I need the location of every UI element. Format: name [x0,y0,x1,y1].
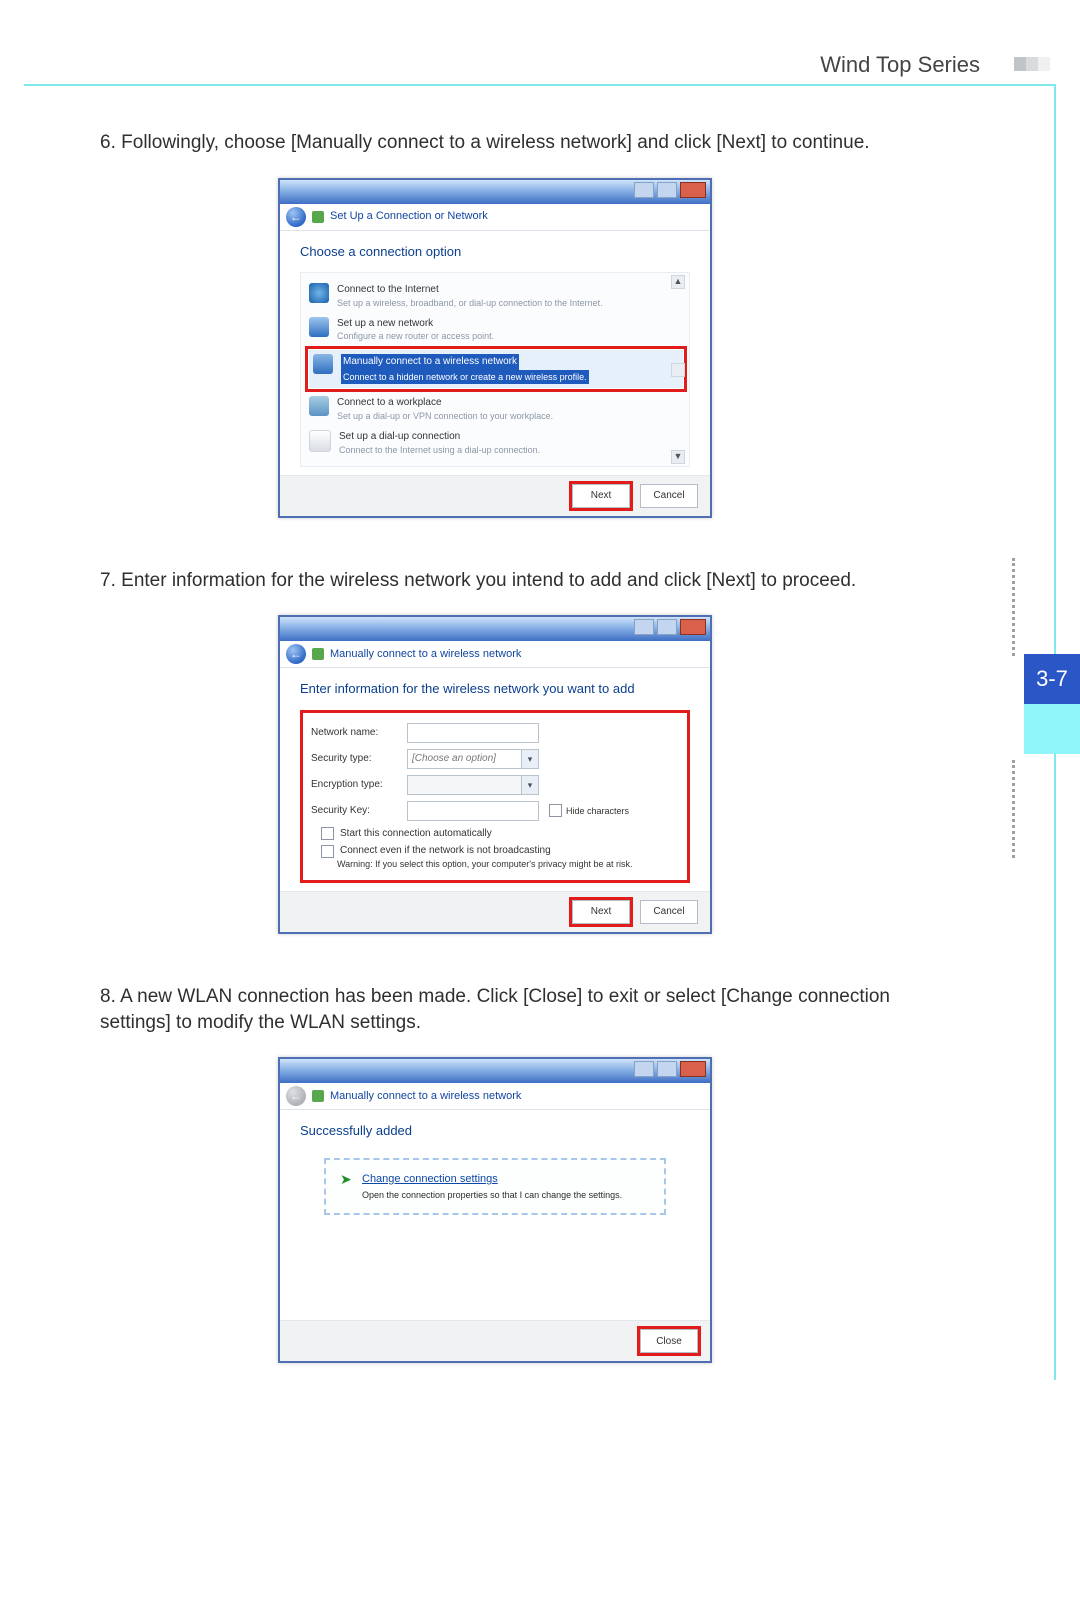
dialog-success: ← Manually connect to a wireless network… [278,1057,712,1363]
step-6: 6. Followingly, choose [Manually connect… [100,130,890,156]
change-connection-settings-title: Change connection settings [362,1172,622,1187]
dialog3-titlebar [280,1059,710,1083]
wireless-form-highlight: Network name: Security type: [Choose an … [300,710,690,883]
option-workplace[interactable]: Connect to a workplace Set up a dial-up … [305,392,687,426]
encryption-type-select[interactable]: ▾ [407,775,539,795]
cancel-button[interactable]: Cancel [640,900,698,924]
opt1-desc: Set up a wireless, broadband, or dial-up… [337,297,603,309]
workplace-icon [309,396,329,416]
dialup-icon [309,430,331,452]
non-broadcast-checkbox[interactable] [321,845,334,858]
option-new-network[interactable]: Set up a new network Configure a new rou… [305,313,687,347]
header-decor-bars [1014,57,1050,71]
maximize-button[interactable] [657,182,677,198]
next-button[interactable]: Next [572,900,630,924]
router-icon [309,317,329,337]
dialog1-breadcrumb: ← Set Up a Connection or Network [280,204,710,231]
privacy-warning: Warning: If you select this option, your… [337,858,679,870]
dialog3-breadcrumb-text: Manually connect to a wireless network [330,1089,521,1104]
hide-characters-label: Hide characters [566,805,629,817]
minimize-button[interactable] [634,182,654,198]
option-dialup[interactable]: Set up a dial-up connection Connect to t… [305,426,687,460]
step-7: 7. Enter information for the wireless ne… [100,568,890,594]
dialog3-breadcrumb: ← Manually connect to a wireless network [280,1083,710,1110]
back-button[interactable]: ← [286,644,306,664]
wifi-icon [313,354,333,374]
network-icon [312,211,324,223]
dialog-choose-connection: ← Set Up a Connection or Network Choose … [278,178,712,518]
dialog3-title: Successfully added [300,1122,690,1140]
network-icon [312,648,324,660]
security-key-field[interactable] [407,801,539,821]
globe-icon [309,283,329,303]
hide-characters-checkbox[interactable] [549,804,562,817]
maximize-button[interactable] [657,1061,677,1077]
step-6-number: 6. [100,132,116,153]
step-6-text: Followingly, choose [Manually connect to… [121,132,869,153]
opt5-title: Set up a dial-up connection [339,430,540,444]
margin-dots-upper [1012,558,1015,656]
dialog1-title: Choose a connection option [300,243,690,261]
opt3-title: Manually connect to a wireless network [341,354,519,370]
opt4-desc: Set up a dial-up or VPN connection to yo… [337,410,553,422]
security-type-placeholder: [Choose an option] [408,753,496,764]
scroll-thumb[interactable] [671,363,685,377]
dialog2-breadcrumb: ← Manually connect to a wireless network [280,641,710,668]
margin-dots-lower [1012,760,1015,858]
change-connection-settings[interactable]: ➤ Change connection settings Open the co… [324,1158,666,1215]
page-number-tab: 3-7 [1024,654,1080,704]
change-connection-settings-desc: Open the connection properties so that I… [362,1189,622,1201]
step-7-text: Enter information for the wireless netwo… [121,570,856,591]
step-8-number: 8. [100,986,116,1007]
network-name-field[interactable] [407,723,539,743]
maximize-button[interactable] [657,619,677,635]
page-header-title: Wind Top Series [820,52,980,77]
next-button[interactable]: Next [572,484,630,508]
opt5-desc: Connect to the Internet using a dial-up … [339,444,540,456]
label-encryption-type: Encryption type: [311,778,407,792]
option-connect-internet[interactable]: Connect to the Internet Set up a wireles… [305,279,687,313]
close-dialog-button[interactable]: Close [640,1329,698,1353]
close-button[interactable] [680,182,706,198]
close-button[interactable] [680,619,706,635]
step-8-text: A new WLAN connection has been made. Cli… [100,986,890,1033]
dialog2-title: Enter information for the wireless netwo… [300,680,690,698]
option-manual-wireless-highlight: Manually connect to a wireless network C… [305,346,687,392]
opt2-title: Set up a new network [337,317,494,331]
step-7-number: 7. [100,570,116,591]
security-type-select[interactable]: [Choose an option] ▾ [407,749,539,769]
network-icon [312,1090,324,1102]
opt3-desc: Connect to a hidden network or create a … [341,370,589,384]
opt4-title: Connect to a workplace [337,396,553,410]
auto-connect-label: Start this connection automatically [340,827,492,841]
step-8: 8. A new WLAN connection has been made. … [100,984,890,1035]
dialog2-titlebar [280,617,710,641]
option-manual-wireless[interactable]: Manually connect to a wireless network C… [309,350,683,388]
dialog-enter-info: ← Manually connect to a wireless network… [278,615,712,934]
non-broadcast-label: Connect even if the network is not broad… [340,844,551,858]
opt2-desc: Configure a new router or access point. [337,330,494,342]
label-network-name: Network name: [311,726,407,740]
page-number-tab-accent [1024,704,1080,754]
label-security-type: Security type: [311,752,407,766]
cancel-button[interactable]: Cancel [640,484,698,508]
back-button-disabled: ← [286,1086,306,1106]
dialog1-titlebar [280,180,710,204]
scroll-down-button[interactable]: ▼ [671,450,685,464]
close-button[interactable] [680,1061,706,1077]
connection-options-list: ▲ ▼ Connect to the Internet Set up a wir… [300,272,690,467]
minimize-button[interactable] [634,619,654,635]
opt1-title: Connect to the Internet [337,283,603,297]
chevron-down-icon: ▾ [521,750,538,768]
auto-connect-checkbox[interactable] [321,827,334,840]
minimize-button[interactable] [634,1061,654,1077]
arrow-right-icon: ➤ [340,1172,354,1186]
scroll-up-button[interactable]: ▲ [671,275,685,289]
chevron-down-icon: ▾ [521,776,538,794]
dialog1-breadcrumb-text: Set Up a Connection or Network [330,209,488,224]
dialog2-breadcrumb-text: Manually connect to a wireless network [330,647,521,662]
label-security-key: Security Key: [311,804,407,818]
back-button[interactable]: ← [286,207,306,227]
